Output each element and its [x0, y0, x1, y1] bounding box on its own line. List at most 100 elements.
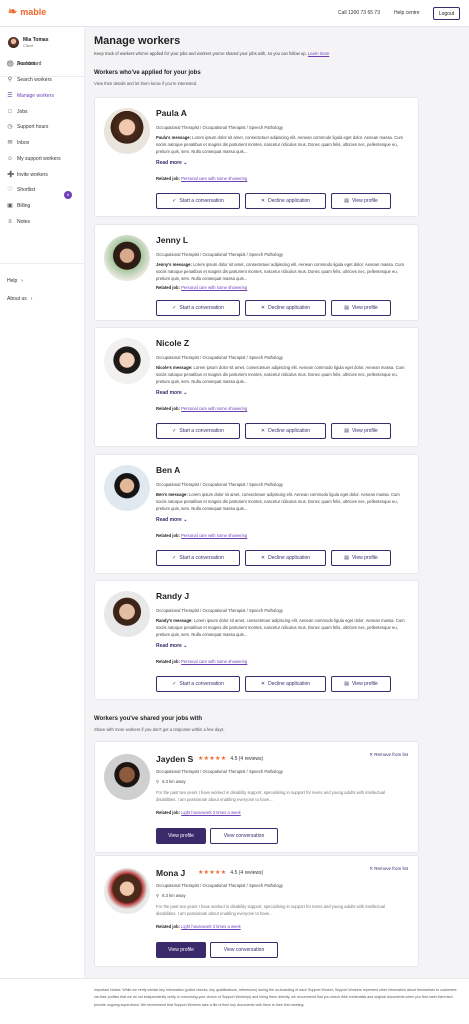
button-label: View profile: [351, 198, 378, 204]
sidebar-item-notes[interactable]: ≡ Notes: [7, 219, 30, 225]
call-link[interactable]: Call 1300 73 65 73: [338, 10, 380, 16]
related-job-link[interactable]: Light housework 3 times a week: [181, 810, 241, 815]
sidebar-item-label: Notes: [17, 219, 31, 225]
view-profile-button[interactable]: View profile: [156, 828, 206, 844]
worker-name[interactable]: Mona J: [156, 868, 185, 878]
view-profile-button[interactable]: View profile: [156, 942, 206, 958]
decline-application-button[interactable]: ✕ Decline application: [245, 550, 326, 566]
worker-photo[interactable]: [104, 338, 150, 384]
start-conversation-button[interactable]: ✓ Start a conversation: [156, 550, 240, 566]
worker-photo[interactable]: [104, 868, 150, 914]
related-job-link[interactable]: Light housework 3 times a week: [181, 924, 241, 929]
help-centre-link[interactable]: Help centre: [394, 10, 420, 16]
start-conversation-button[interactable]: ✓ Start a conversation: [156, 676, 240, 692]
read-more-button[interactable]: Read more ⌄: [156, 643, 187, 649]
check-icon: ✓: [172, 681, 177, 687]
sidebar-item-label: Help: [7, 278, 18, 284]
worker-photo[interactable]: [104, 591, 150, 637]
sidebar-item-label: Shortlist: [17, 187, 36, 193]
related-job-label: Related job:: [156, 406, 180, 411]
close-icon: ✕: [369, 866, 373, 871]
related-job: Related job: Personal care with some sho…: [156, 285, 247, 290]
button-label: View profile: [351, 428, 378, 434]
related-job-link[interactable]: Personal care with some showering: [181, 406, 247, 411]
heart-icon: ♡: [7, 187, 13, 193]
sidebar-item-label: About us: [7, 296, 27, 302]
logo[interactable]: ❧ mable: [8, 7, 46, 18]
decline-application-button[interactable]: ✕ Decline application: [245, 423, 326, 439]
decline-application-button[interactable]: ✕ Decline application: [245, 300, 326, 316]
star-rating-icon: ★★★★★: [198, 756, 227, 762]
worker-photo[interactable]: [104, 108, 150, 154]
remove-label: Remove from list: [374, 752, 408, 757]
view-profile-button[interactable]: ▤ View profile: [331, 300, 391, 316]
decline-application-button[interactable]: ✕ Decline application: [245, 676, 326, 692]
applied-subtitle: View their details and let them know if …: [94, 81, 198, 86]
sidebar-item-manage-workers[interactable]: ☰ Manage workers: [7, 93, 54, 99]
read-more-button[interactable]: Read more ⌄: [156, 390, 187, 396]
search-icon: ⚲: [7, 77, 13, 83]
sidebar-item-billing[interactable]: ▣ Billing: [7, 203, 30, 209]
user-profile[interactable]: Mia Tomas Client: [8, 37, 48, 48]
close-icon: ✕: [260, 305, 266, 311]
sidebar-item-my-support-workers[interactable]: ☺ My support workers: [7, 156, 61, 162]
related-job-link[interactable]: Personal care with some showering: [181, 533, 247, 538]
sidebar-item-about[interactable]: About us ›: [7, 296, 32, 302]
worker-name[interactable]: Jenny L: [156, 235, 188, 245]
worker-name[interactable]: Jayden S: [156, 754, 193, 764]
sidebar-item-jobs[interactable]: □ Jobs: [7, 109, 27, 115]
logout-button[interactable]: Logout: [433, 7, 460, 20]
worker-role: Occupational Therapist / Occupational Th…: [156, 125, 283, 130]
view-profile-button[interactable]: ▤ View profile: [331, 550, 391, 566]
start-conversation-button[interactable]: ✓ Start a conversation: [156, 193, 240, 209]
learn-more-link[interactable]: Learn more: [308, 51, 329, 56]
worker-photo[interactable]: [104, 465, 150, 511]
read-more-button[interactable]: Read more ⌄: [156, 160, 187, 166]
worker-name[interactable]: Ben A: [156, 465, 180, 475]
worker-photo[interactable]: [104, 235, 150, 281]
related-job-link[interactable]: Personal care with some showering: [181, 659, 247, 664]
worker-name[interactable]: Paula A: [156, 108, 187, 118]
remove-from-list-button[interactable]: ✕ Remove from list: [369, 752, 408, 758]
button-label: View profile: [351, 681, 378, 687]
sidebar-item-support-hours[interactable]: ◷ Support hours: [7, 124, 48, 130]
view-profile-button[interactable]: ▤ View profile: [331, 423, 391, 439]
inbox-icon: ✉: [7, 140, 13, 146]
worker-distance: ⚲ 6.3 km away: [156, 779, 186, 784]
worker-message: Jenny's message: Lorem ipsum dolor sit a…: [156, 261, 411, 282]
close-icon: ✕: [260, 555, 266, 561]
related-job-label: Related job:: [156, 285, 180, 290]
check-icon: ✓: [172, 198, 177, 204]
worker-photo[interactable]: [104, 754, 150, 800]
message-label: Paula's message:: [156, 135, 191, 140]
view-conversation-button[interactable]: View conversation: [210, 828, 278, 844]
view-profile-button[interactable]: ▤ View profile: [331, 193, 391, 209]
button-label: Decline application: [268, 198, 311, 204]
decline-application-button[interactable]: ✕ Decline application: [245, 193, 326, 209]
sidebar-item-invite-workers[interactable]: ➕ Invite workers: [7, 172, 48, 178]
view-conversation-button[interactable]: View conversation: [210, 942, 278, 958]
sidebar-item-search-workers[interactable]: ⚲ Search workers: [7, 77, 52, 83]
start-conversation-button[interactable]: ✓ Start a conversation: [156, 423, 240, 439]
important-notice: Important Notice: While we verify certai…: [94, 988, 457, 1007]
worker-name[interactable]: Randy J: [156, 591, 189, 601]
remove-label: Remove from list: [374, 866, 408, 871]
read-more-button[interactable]: Read more ⌄: [156, 517, 187, 523]
message-text: Lorem ipsum dolor sit amet, consectetuer…: [156, 135, 404, 154]
view-profile-button[interactable]: ▤ View profile: [331, 676, 391, 692]
sidebar-item-help[interactable]: Help ›: [7, 278, 23, 284]
sidebar-item-dashboard[interactable]: ▤ Dashboard: [7, 61, 41, 67]
logo-text: mable: [20, 7, 47, 17]
profile-card-icon: ▤: [344, 428, 349, 434]
related-job-link[interactable]: Personal care with some showering: [181, 285, 247, 290]
related-job: Related job: Personal care with some sho…: [156, 406, 247, 411]
sidebar-item-inbox[interactable]: ✉ Inbox: [7, 140, 29, 146]
sidebar-item-shortlist[interactable]: ♡ Shortlist: [7, 187, 35, 193]
check-icon: ✓: [172, 555, 177, 561]
applicant-card: Randy J Occupational Therapist / Occupat…: [94, 580, 419, 700]
chevron-right-icon: ›: [21, 278, 23, 284]
start-conversation-button[interactable]: ✓ Start a conversation: [156, 300, 240, 316]
remove-from-list-button[interactable]: ✕ Remove from list: [369, 866, 408, 872]
related-job-link[interactable]: Personal care with some showering: [181, 176, 247, 181]
worker-name[interactable]: Nicole Z: [156, 338, 189, 348]
